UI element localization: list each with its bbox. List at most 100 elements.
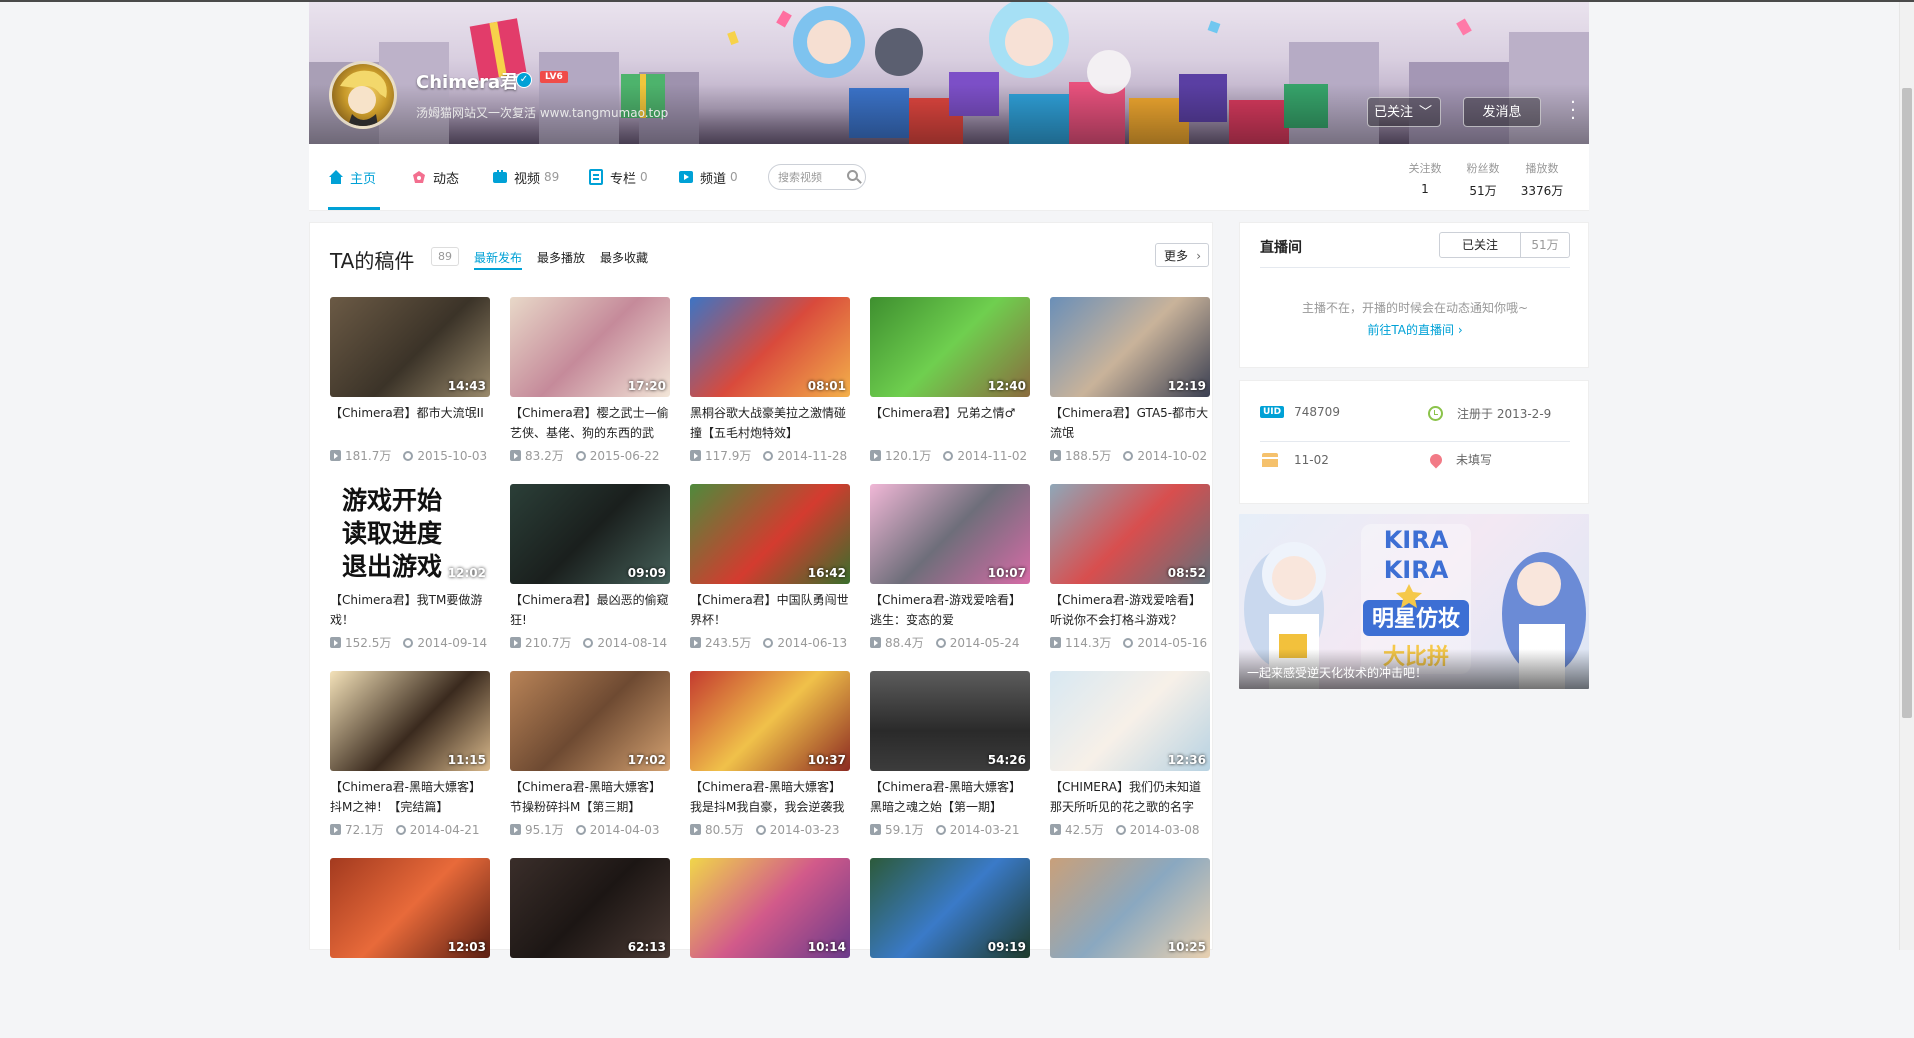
video-thumbnail[interactable]: 14:43 xyxy=(330,297,490,397)
video-card[interactable]: 11:15 【Chimera君-黑暗大嫖客】抖M之神！【完结篇】 72.1万 2014… xyxy=(330,671,490,851)
video-meta: 181.7万 2015-10-03 xyxy=(330,447,490,464)
video-thumbnail[interactable]: 10:14 xyxy=(690,858,850,958)
video-thumbnail[interactable]: 10:25 xyxy=(1050,858,1210,958)
page-scrollbar[interactable] xyxy=(1899,2,1914,950)
video-card[interactable]: 08:01 黑桐谷歌大战豪美拉之激情碰撞【五毛村炮特效】 117.9万 2014-11… xyxy=(690,297,850,477)
video-views: 152.5万 xyxy=(345,636,392,650)
video-card[interactable]: 10:25 xyxy=(1050,858,1210,1038)
stat-fans[interactable]: 粉丝数 51万 xyxy=(1463,160,1503,199)
go-to-live-room-link[interactable]: 前往TA的直播间 › xyxy=(1240,321,1590,338)
video-thumbnail[interactable]: 12:36 xyxy=(1050,671,1210,771)
avatar[interactable] xyxy=(329,61,397,129)
video-thumbnail[interactable]: 54:26 xyxy=(870,671,1030,771)
video-title[interactable]: 【Chimera君】兄弟之情♂ xyxy=(870,403,1030,443)
video-card[interactable]: 12:19 【Chimera君】GTA5-都市大流氓 188.5万 2014-10-0… xyxy=(1050,297,1210,477)
clock-icon xyxy=(1123,451,1134,461)
video-title[interactable]: 【CHIMERA】我们仍未知道那天所听见的花之歌的名字 xyxy=(1050,777,1210,817)
video-icon xyxy=(493,170,507,183)
video-title[interactable]: 【Chimera君】樱之武士—偷艺侠、基佬、狗的东西的武 xyxy=(510,403,670,443)
chevron-right-icon: › xyxy=(1196,249,1201,263)
video-thumbnail[interactable]: 62:13 xyxy=(510,858,670,958)
video-title[interactable]: 【Chimera君】中国队勇闯世界杯！ xyxy=(690,590,850,630)
video-card[interactable]: 54:26 【Chimera君-黑暗大嫖客】黑暗之魂之始【第一期】 59.1万 201… xyxy=(870,671,1030,851)
video-card[interactable]: 09:09 【Chimera君】最凶恶的偷窥狂! 210.7万 2014-08-14 xyxy=(510,484,670,664)
video-duration: 10:07 xyxy=(987,566,1026,580)
video-title[interactable]: 【Chimera君-黑暗大嫖客】黑暗之魂之始【第一期】 xyxy=(870,777,1030,817)
video-card[interactable]: 09:19 xyxy=(870,858,1030,1038)
video-meta: 243.5万 2014-06-13 xyxy=(690,634,850,651)
live-followed-label[interactable]: 已关注 xyxy=(1440,233,1521,257)
video-card[interactable]: 16:42 【Chimera君】中国队勇闯世界杯！ 243.5万 2014-06-13 xyxy=(690,484,850,664)
tab-video[interactable]: 视频 89 xyxy=(492,144,559,210)
search-placeholder: 搜索视频 xyxy=(778,171,822,184)
video-title[interactable]: 【Chimera君】都市大流氓II xyxy=(330,403,490,443)
video-title[interactable]: 【Chimera君-游戏爱啥看】听说你不会打格斗游戏？ xyxy=(1050,590,1210,630)
video-title[interactable]: 【Chimera君-黑暗大嫖客】我是抖M我自豪，我会逆袭我 xyxy=(690,777,850,817)
video-date: 2014-03-23 xyxy=(769,823,840,837)
video-thumbnail[interactable]: 12:03 xyxy=(330,858,490,958)
video-search-input[interactable]: 搜索视频 xyxy=(768,164,866,190)
video-views: 83.2万 xyxy=(525,449,564,463)
video-title[interactable]: 【Chimera君】最凶恶的偷窥狂! xyxy=(510,590,670,630)
video-thumbnail[interactable]: 09:19 xyxy=(870,858,1030,958)
video-thumbnail[interactable]: 16:42 xyxy=(690,484,850,584)
video-thumbnail[interactable]: 08:52 xyxy=(1050,484,1210,584)
video-card[interactable]: 62:13 xyxy=(510,858,670,1038)
tab-dynamic[interactable]: 动态 xyxy=(411,144,459,210)
video-thumbnail[interactable]: 10:07 xyxy=(870,484,1030,584)
video-title[interactable]: 【Chimera君】我TM要做游戏！ xyxy=(330,590,490,630)
video-thumbnail[interactable]: 08:01 xyxy=(690,297,850,397)
video-card[interactable]: 08:52 【Chimera君-游戏爱啥看】听说你不会打格斗游戏？ 114.3万 20… xyxy=(1050,484,1210,664)
video-card[interactable]: 12:36 【CHIMERA】我们仍未知道那天所听见的花之歌的名字 42.5万 201… xyxy=(1050,671,1210,851)
video-duration: 16:42 xyxy=(807,566,846,580)
video-thumbnail[interactable]: 17:02 xyxy=(510,671,670,771)
stat-following[interactable]: 关注数 1 xyxy=(1405,160,1445,196)
video-duration: 12:19 xyxy=(1167,379,1206,393)
video-title[interactable]: 【Chimera君-游戏爱啥看】逃生：变态的爱 xyxy=(870,590,1030,630)
video-card[interactable]: 12:40 【Chimera君】兄弟之情♂ 120.1万 2014-11-02 xyxy=(870,297,1030,477)
video-title[interactable]: 黑桐谷歌大战豪美拉之激情碰撞【五毛村炮特效】 xyxy=(690,403,850,443)
followed-label: 已关注 xyxy=(1374,105,1414,120)
tab-most-played[interactable]: 最多播放 xyxy=(537,249,585,266)
send-message-button[interactable]: 发消息 xyxy=(1463,97,1541,127)
video-thumbnail[interactable]: 11:15 xyxy=(330,671,490,771)
video-thumbnail[interactable]: 12:40 xyxy=(870,297,1030,397)
video-meta: 72.1万 2014-04-21 xyxy=(330,821,490,838)
live-fans-count: 51万 xyxy=(1531,238,1559,252)
video-card[interactable]: 17:20 【Chimera君】樱之武士—偷艺侠、基佬、狗的东西的武 83.2万 20… xyxy=(510,297,670,477)
chevron-down-icon: ﹀ xyxy=(1418,105,1432,120)
video-card[interactable]: 10:37 【Chimera君-黑暗大嫖客】我是抖M我自豪，我会逆袭我 80.5万 2… xyxy=(690,671,850,851)
video-card[interactable]: 10:07 【Chimera君-游戏爱啥看】逃生：变态的爱 88.4万 2014-05… xyxy=(870,484,1030,664)
video-views: 114.3万 xyxy=(1065,636,1112,650)
tab-latest[interactable]: 最新发布 xyxy=(474,249,522,266)
video-thumbnail[interactable]: 09:09 xyxy=(510,484,670,584)
video-thumbnail[interactable]: 10:37 xyxy=(690,671,850,771)
video-thumbnail[interactable]: 游戏开始 读取进度 退出游戏 12:02 xyxy=(330,484,490,584)
video-meta: 114.3万 2014-05-16 xyxy=(1050,634,1210,651)
search-icon[interactable] xyxy=(847,170,858,181)
video-meta: 59.1万 2014-03-21 xyxy=(870,821,1030,838)
scrollbar-thumb[interactable] xyxy=(1902,88,1912,718)
video-card[interactable]: 12:03 xyxy=(330,858,490,1038)
tab-home[interactable]: 主页 xyxy=(328,144,376,210)
video-card[interactable]: 游戏开始 读取进度 退出游戏 12:02 【Chimera君】我TM要做游戏！ 152… xyxy=(330,484,490,664)
video-title[interactable]: 【Chimera君】GTA5-都市大流氓 xyxy=(1050,403,1210,443)
video-thumbnail[interactable]: 12:19 xyxy=(1050,297,1210,397)
more-button[interactable]: 更多 › xyxy=(1155,243,1209,267)
video-title[interactable]: 【Chimera君-黑暗大嫖客】抖M之神！【完结篇】 xyxy=(330,777,490,817)
video-card[interactable]: 10:14 xyxy=(690,858,850,1038)
video-thumbnail[interactable]: 17:20 xyxy=(510,297,670,397)
video-title[interactable]: 【Chimera君-黑暗大嫖客】节操粉碎抖M【第三期】 xyxy=(510,777,670,817)
live-offline-message: 主播不在，开播的时候会在动态通知你哦~ xyxy=(1301,301,1529,315)
tab-most-favorited[interactable]: 最多收藏 xyxy=(600,249,648,266)
promo-banner[interactable]: KIRA KIRA 明星仿妆 大比拼 一起来感受逆天化妆术的冲击吧！ xyxy=(1239,514,1589,689)
followed-button[interactable]: 已关注 ﹀ xyxy=(1367,97,1441,127)
more-options-icon[interactable]: · · · xyxy=(1568,94,1578,128)
video-card[interactable]: 17:02 【Chimera君-黑暗大嫖客】节操粉碎抖M【第三期】 95.1万 201… xyxy=(510,671,670,851)
video-card[interactable]: 14:43 【Chimera君】都市大流氓II 181.7万 2015-10-03 xyxy=(330,297,490,477)
tab-channel[interactable]: 频道 0 xyxy=(678,144,738,210)
live-follow-toggle[interactable]: 已关注 51万 xyxy=(1439,232,1570,258)
tab-article[interactable]: 专栏 0 xyxy=(588,144,648,210)
video-duration: 12:02 xyxy=(447,566,486,580)
clock-icon xyxy=(575,451,586,461)
